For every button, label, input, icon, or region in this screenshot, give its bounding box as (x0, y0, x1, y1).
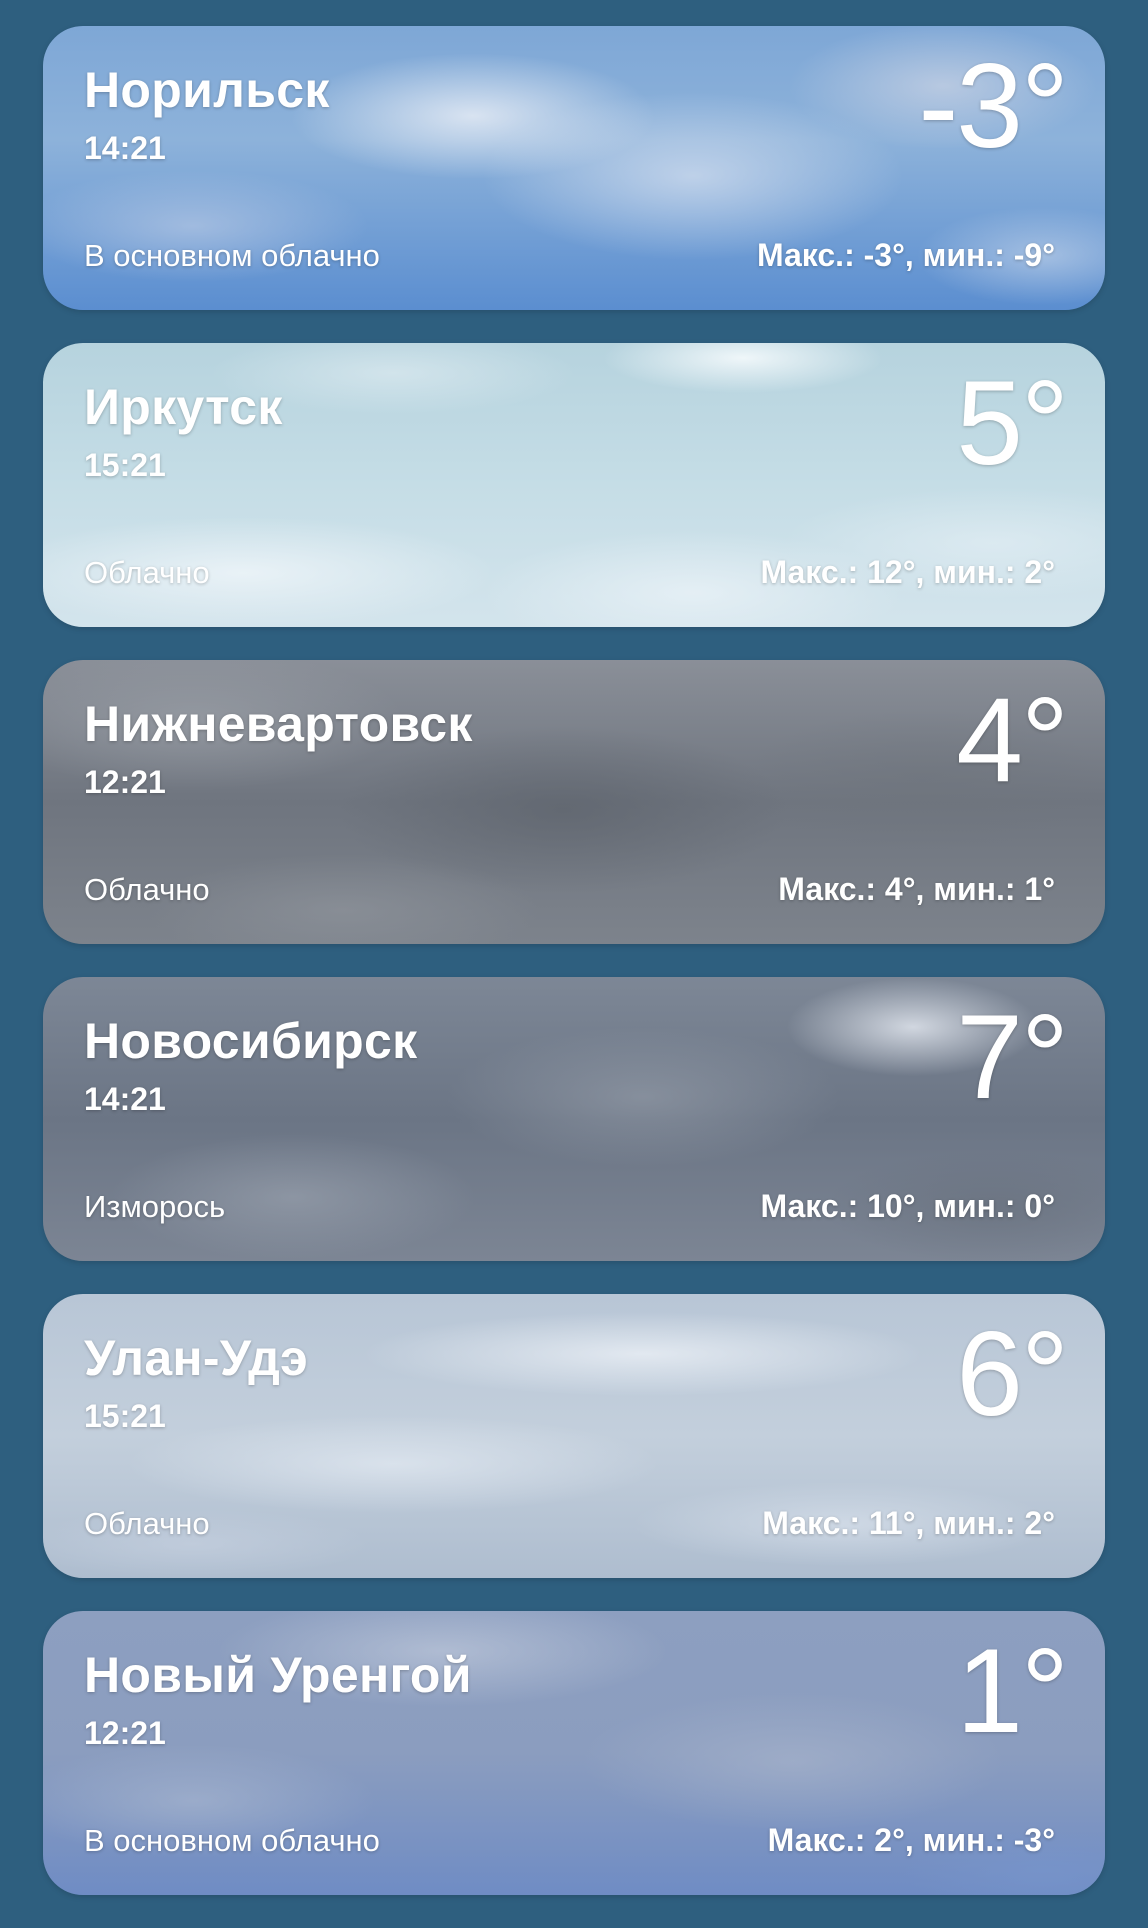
city-name: Нижневартовск (84, 696, 473, 752)
city-name: Иркутск (84, 379, 283, 435)
current-temperature: 6° (956, 1307, 1069, 1441)
local-time: 12:21 (84, 1715, 166, 1751)
weather-condition: В основном облачно (84, 238, 380, 273)
weather-condition: В основном облачно (84, 1823, 380, 1858)
local-time: 14:21 (84, 130, 166, 166)
city-name: Новосибирск (84, 1013, 418, 1069)
location-card-irkutsk[interactable]: Иркутск 15:21 5° Облачно Макс.: 12°, мин… (43, 343, 1105, 627)
high-low-temperature: Макс.: 4°, мин.: 1° (778, 871, 1055, 907)
city-name: Улан-Удэ (84, 1330, 309, 1386)
high-low-temperature: Макс.: 10°, мин.: 0° (760, 1188, 1055, 1224)
high-low-temperature: Макс.: 2°, мин.: -3° (767, 1822, 1055, 1858)
high-low-temperature: Макс.: 11°, мин.: 2° (762, 1505, 1055, 1541)
location-card-ulan-ude[interactable]: Улан-Удэ 15:21 6° Облачно Макс.: 11°, ми… (43, 1294, 1105, 1578)
weather-condition: Облачно (84, 1506, 210, 1541)
weather-condition: Облачно (84, 872, 210, 907)
high-low-temperature: Макс.: -3°, мин.: -9° (756, 237, 1055, 273)
city-name: Норильск (84, 62, 330, 118)
location-list: Норильск 14:21 -3° В основном облачно Ма… (43, 26, 1105, 1928)
local-time: 12:21 (84, 764, 166, 800)
current-temperature: 5° (956, 356, 1069, 490)
local-time: 15:21 (84, 447, 166, 483)
city-name: Новый Уренгой (84, 1647, 472, 1703)
current-temperature: 7° (956, 990, 1069, 1124)
location-card-nizhnevartovsk[interactable]: Нижневартовск 12:21 4° Облачно Макс.: 4°… (43, 660, 1105, 944)
local-time: 14:21 (84, 1081, 166, 1117)
weather-condition: Облачно (84, 555, 210, 590)
current-temperature: 1° (956, 1624, 1069, 1758)
location-card-norilsk[interactable]: Норильск 14:21 -3° В основном облачно Ма… (43, 26, 1105, 310)
local-time: 15:21 (84, 1398, 166, 1434)
location-card-novosibirsk[interactable]: Новосибирск 14:21 7° Изморось Макс.: 10°… (43, 977, 1105, 1261)
high-low-temperature: Макс.: 12°, мин.: 2° (760, 554, 1055, 590)
current-temperature: 4° (956, 673, 1069, 807)
location-card-novy-urengoy[interactable]: Новый Уренгой 12:21 1° В основном облачн… (43, 1611, 1105, 1895)
weather-condition: Изморось (84, 1189, 226, 1224)
current-temperature: -3° (918, 39, 1069, 173)
